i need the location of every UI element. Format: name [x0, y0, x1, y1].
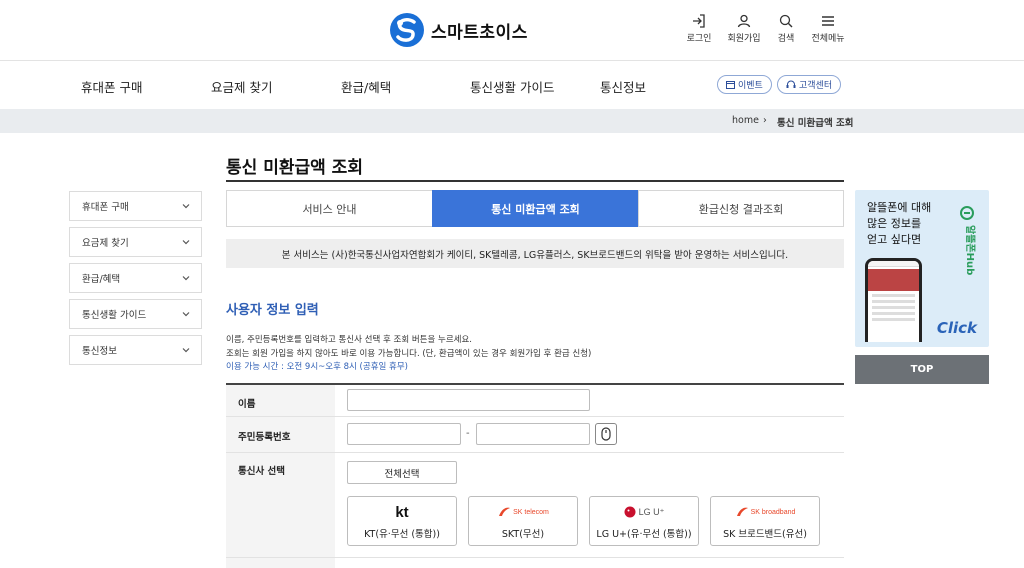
login-icon: [693, 14, 705, 28]
carrier-lgu[interactable]: LG U⁺ LG U+(유·무선 (통합)): [589, 496, 699, 546]
sidebar-item-label: 요금제 찾기: [82, 238, 129, 249]
carrier-skb-label: SK 브로드밴드(유선): [723, 529, 807, 540]
chevron-down-icon: [182, 276, 190, 281]
kt-logo-icon: kt: [348, 503, 456, 521]
row-divider: [226, 416, 844, 417]
carrier-lgu-label: LG U+(유·무선 (통합)): [596, 529, 692, 540]
top-header: 스마트초이스 로그인 회원가입 검색 전체메뉴: [0, 0, 1024, 61]
logo-text: 스마트초이스: [431, 22, 528, 43]
signup-button[interactable]: 회원가입: [722, 14, 766, 44]
row-divider: [226, 557, 844, 558]
sidebar-item-label: 환급/혜택: [82, 274, 121, 285]
breadcrumb-current: 통신 미환급액 조회: [777, 118, 854, 129]
sk-telecom-logo-icon: SK telecom: [469, 503, 577, 521]
select-all-button[interactable]: 전체선택: [347, 461, 457, 484]
rrn-back-input[interactable]: [476, 423, 590, 445]
sidebar-item-telecom-info[interactable]: 통신정보: [69, 335, 202, 365]
service-notice: 본 서비스는 (사)한국통신사업자연합회가 케이티, SK텔레콤, LG유플러스…: [226, 239, 844, 268]
banner-click-label: Click: [936, 319, 977, 337]
mouse-icon: [601, 427, 611, 441]
sidebar-item-label: 통신정보: [82, 346, 117, 357]
nav-item-phone-purchase[interactable]: 휴대폰 구매: [81, 77, 142, 96]
scroll-top-button[interactable]: TOP: [855, 355, 989, 384]
chevron-down-icon: [182, 312, 190, 317]
search-button[interactable]: 검색: [764, 14, 808, 44]
calendar-icon: [726, 81, 735, 89]
sk-broadband-logo-text: SK broadband: [750, 508, 796, 516]
search-label: 검색: [777, 34, 795, 44]
all-menu-button[interactable]: 전체메뉴: [806, 14, 850, 44]
nav-item-telecom-guide[interactable]: 통신생활 가이드: [470, 77, 554, 96]
menu-icon: [822, 16, 834, 26]
chevron-down-icon: [182, 240, 190, 245]
rrn-dash: -: [466, 428, 470, 439]
tab-service-info[interactable]: 서비스 안내: [226, 190, 433, 227]
carrier-kt[interactable]: kt KT(유·무선 (통합)): [347, 496, 457, 546]
nav-item-plan-search[interactable]: 요금제 찾기: [211, 77, 272, 96]
title-divider: [226, 180, 844, 182]
banner-line-1: 알뜰폰에 대해: [867, 201, 932, 214]
sidebar-item-label: 휴대폰 구매: [82, 202, 129, 213]
page-title: 통신 미환급액 조회: [226, 158, 363, 178]
guide-text-2: 조회는 회원 가입을 하지 않아도 바로 이용 가능합니다. (단, 환급액이 …: [226, 349, 592, 359]
phone-illustration: [865, 258, 922, 342]
carrier-kt-label: KT(유·무선 (통합)): [364, 529, 440, 540]
row-divider: [226, 452, 844, 453]
all-menu-label: 전체메뉴: [811, 34, 845, 44]
carrier-skt-label: SKT(무선): [501, 529, 545, 540]
sk-broadband-logo-icon: SK broadband: [711, 503, 819, 521]
event-button[interactable]: 이벤트: [717, 75, 772, 94]
chevron-down-icon: [182, 204, 190, 209]
sk-telecom-logo-text: SK telecom: [513, 508, 549, 516]
banner-line-3: 얻고 싶다면: [867, 233, 922, 246]
signup-label: 회원가입: [727, 34, 761, 44]
site-logo[interactable]: 스마트초이스: [389, 12, 528, 48]
tab-refund-result[interactable]: 환급신청 결과조회: [638, 190, 844, 227]
banner-line-2: 많은 정보를: [867, 217, 922, 230]
nav-item-telecom-info[interactable]: 통신정보: [600, 77, 646, 96]
rrn-label: 주민등록번호: [238, 432, 291, 443]
sidebar-item-refund-benefit[interactable]: 환급/혜택: [69, 263, 202, 293]
sidebar-item-label: 통신생활 가이드: [82, 310, 147, 321]
headset-icon: [786, 80, 796, 88]
logo-mark-icon: [390, 13, 424, 47]
chevron-down-icon: [182, 348, 190, 353]
login-button[interactable]: 로그인: [677, 14, 721, 44]
available-hours: 이용 가능 시간 : 오전 9시~오후 8시 (공휴일 휴무): [226, 362, 408, 372]
mvno-hub-logo-icon: 알뜰폰Hub: [960, 206, 976, 275]
lgu-logo-text: LG U⁺: [638, 506, 665, 517]
secure-keypad-button[interactable]: [595, 423, 617, 445]
customer-center-button[interactable]: 고객센터: [777, 75, 842, 94]
sidebar-item-telecom-guide[interactable]: 통신생활 가이드: [69, 299, 202, 329]
tab-unrefunded-lookup[interactable]: 통신 미환급액 조회: [432, 190, 639, 227]
main-nav: 휴대폰 구매 요금제 찾기 환급/혜택 통신생활 가이드 통신정보: [0, 61, 1024, 109]
lgu-logo-icon: LG U⁺: [590, 503, 698, 521]
carrier-label: 통신사 선택: [238, 466, 286, 477]
sidebar-item-phone-purchase[interactable]: 휴대폰 구매: [69, 191, 202, 221]
user-icon: [737, 14, 751, 28]
sidebar-item-plan-search[interactable]: 요금제 찾기: [69, 227, 202, 257]
event-label: 이벤트: [738, 81, 763, 91]
search-icon: [779, 14, 793, 28]
carrier-skb[interactable]: SK broadband SK 브로드밴드(유선): [710, 496, 820, 546]
rrn-front-input[interactable]: [347, 423, 461, 445]
kt-logo-text: kt: [395, 503, 409, 521]
login-label: 로그인: [686, 34, 712, 44]
mvno-hub-logo-text: 알뜰폰Hub: [964, 225, 976, 275]
nav-item-refund-benefit[interactable]: 환급/혜택: [341, 77, 391, 96]
name-label: 이름: [238, 399, 256, 410]
guide-text-1: 이름, 주민등록번호를 입력하고 통신사 선택 후 조회 버튼을 누르세요.: [226, 335, 472, 345]
breadcrumb: home › 통신 미환급액 조회: [0, 109, 1024, 133]
section-title: 사용자 정보 입력: [226, 303, 319, 318]
customer-center-label: 고객센터: [799, 81, 833, 91]
carrier-skt[interactable]: SK telecom SKT(무선): [468, 496, 578, 546]
breadcrumb-home[interactable]: home: [732, 115, 759, 126]
name-input[interactable]: [347, 389, 590, 411]
banner-text: 알뜰폰에 대해 많은 정보를 얻고 싶다면: [867, 200, 931, 248]
breadcrumb-separator-icon: ›: [763, 115, 767, 126]
